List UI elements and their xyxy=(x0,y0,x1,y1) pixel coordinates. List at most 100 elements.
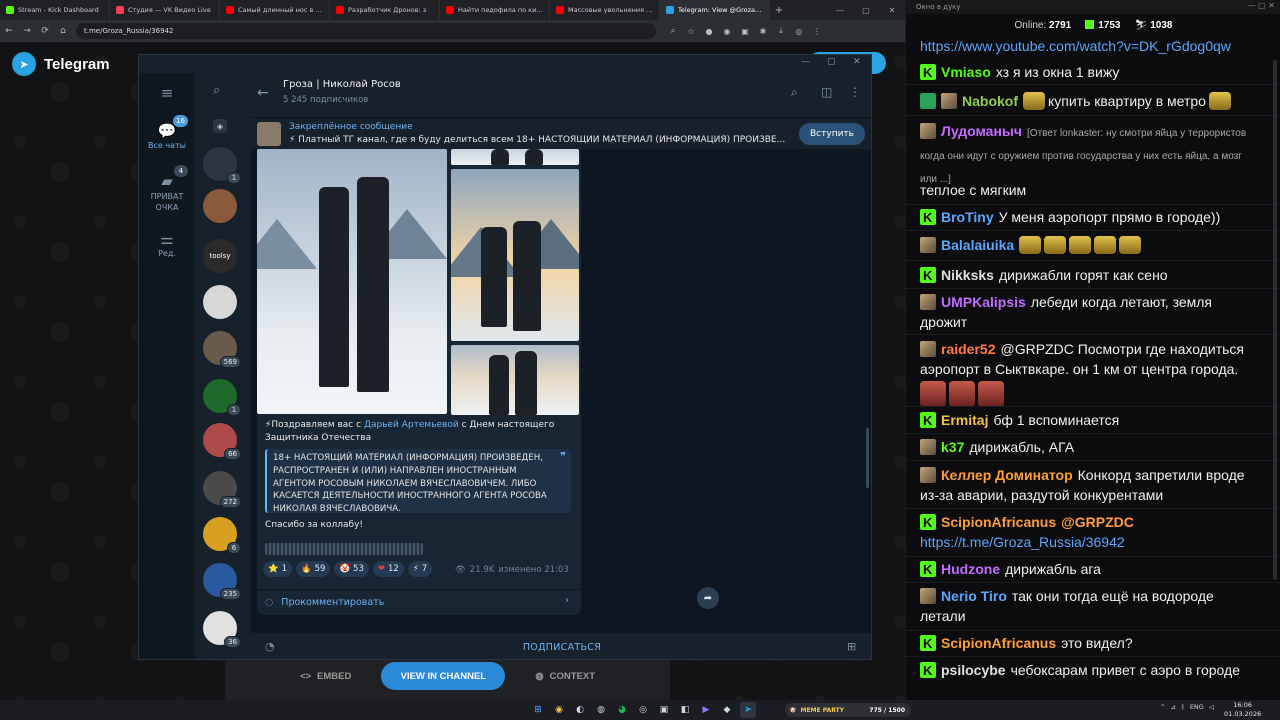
saved-messages-icon[interactable]: ◈ xyxy=(213,119,227,133)
chat-username[interactable]: k37 xyxy=(941,439,964,455)
chat-bubble-icon[interactable]: ◔ xyxy=(265,640,275,653)
telegram-icon[interactable]: ➤ xyxy=(740,702,756,718)
bookmark-star-icon[interactable]: ☆ xyxy=(684,24,698,38)
chat-avatar[interactable]: 6 xyxy=(203,517,241,554)
chat-avatar[interactable]: 235 xyxy=(203,563,241,600)
chat-avatar[interactable] xyxy=(203,189,237,223)
maximize-icon[interactable]: ▢ xyxy=(853,0,879,20)
obs-icon[interactable]: ◎ xyxy=(635,702,651,718)
app-icon[interactable]: ◆ xyxy=(719,702,735,718)
back-arrow-icon[interactable]: ← xyxy=(257,85,269,101)
chat-username[interactable]: Vmiaso xyxy=(941,64,991,80)
chat-avatar[interactable] xyxy=(203,285,237,319)
post-photo[interactable] xyxy=(451,149,579,165)
extension-icon[interactable]: ● xyxy=(702,24,716,38)
reload-icon[interactable]: ⟳ xyxy=(36,22,54,40)
chat-avatar[interactable]: 1 xyxy=(203,379,241,416)
chat-avatar[interactable]: 569 xyxy=(203,331,241,368)
home-icon[interactable]: ⌂ xyxy=(54,22,72,40)
minimize-icon[interactable]: — xyxy=(801,57,810,67)
profile-icon[interactable]: ◎ xyxy=(792,24,806,38)
tab-kick-dashboard[interactable]: Stream - Kick Dashboard xyxy=(0,0,110,20)
message-link[interactable]: https://t.me/Groza_Russia/36942 xyxy=(920,534,1125,550)
more-icon[interactable]: ⋮ xyxy=(849,85,861,99)
reaction-fire[interactable]: 🔥 59 xyxy=(296,561,331,577)
media-player-icon[interactable]: ▶ xyxy=(698,702,714,718)
reaction-star[interactable]: ⭐ 1 xyxy=(263,561,293,577)
chat-avatar[interactable]: 1 xyxy=(203,147,241,184)
hamburger-menu-icon[interactable]: ≡ xyxy=(139,83,195,103)
spotify-icon[interactable]: ◕ xyxy=(614,702,630,718)
meme-party-widget[interactable]: 🐶 MEME PARTY 775 / 1500 xyxy=(785,703,911,717)
share-icon[interactable]: ➦ xyxy=(697,587,719,609)
gift-icon[interactable]: ⊞ xyxy=(847,640,857,653)
folder-edit[interactable]: ⚌ Ред. xyxy=(139,229,195,258)
chat-scrollbar[interactable] xyxy=(1273,60,1277,580)
post-photo[interactable] xyxy=(451,345,579,415)
download-icon[interactable]: ⤓ xyxy=(774,24,788,38)
menu-icon[interactable]: ⋮ xyxy=(810,24,824,38)
chat-avatar[interactable]: 36 xyxy=(203,611,241,648)
pinned-message-bar[interactable]: Закреплённое сообщение ⚡ Платный ТГ кана… xyxy=(251,117,871,149)
search-icon[interactable]: ⌕ xyxy=(213,83,220,98)
search-icon[interactable]: ⌕ xyxy=(791,85,798,100)
tab-youtube-4[interactable]: Массовые увольнения 202 xyxy=(550,0,660,20)
extension-icon[interactable]: ◉ xyxy=(720,24,734,38)
join-button[interactable]: Вступить xyxy=(799,123,865,145)
tab-youtube-1[interactable]: Самый длинный нос в исто xyxy=(220,0,330,20)
close-icon[interactable]: ✕ xyxy=(879,0,905,20)
minimize-icon[interactable]: — xyxy=(827,0,853,20)
chat-avatar[interactable]: 272 xyxy=(203,471,241,508)
message-link[interactable]: https://www.youtube.com/watch?v=DK_rGdog… xyxy=(920,38,1231,54)
chrome-icon[interactable]: ◉ xyxy=(551,702,567,718)
extension-icon[interactable]: ▣ xyxy=(738,24,752,38)
chat-username[interactable]: Ermitaj xyxy=(941,412,988,428)
mention-link[interactable]: Дарьей Артемьевой xyxy=(361,420,459,430)
steam-icon[interactable]: ◍ xyxy=(593,702,609,718)
embed-link[interactable]: <> EMBED xyxy=(300,671,351,682)
post-photo[interactable] xyxy=(451,169,579,341)
view-in-channel-button[interactable]: VIEW IN CHANNEL xyxy=(381,662,506,690)
tab-youtube-3[interactable]: Найти педофила по кирпи xyxy=(440,0,550,20)
puzzle-icon[interactable]: ✱ xyxy=(756,24,770,38)
chat-avatar[interactable]: toolsy xyxy=(203,239,237,273)
chevron-up-icon[interactable]: ⌃ xyxy=(1160,703,1165,711)
folder-private[interactable]: ▰ 4 ПРИВАТ ОЧКА xyxy=(139,165,195,213)
reaction-lightning[interactable]: ⚡ 7 xyxy=(407,561,433,577)
windows-start-icon[interactable]: ⊞ xyxy=(530,702,546,718)
zoom-icon[interactable]: ⌕ xyxy=(666,24,680,38)
chat-avatar[interactable]: 66 xyxy=(203,423,241,460)
new-tab-icon[interactable]: + xyxy=(770,0,788,20)
chat-username[interactable]: Келлер Доминатор xyxy=(941,467,1073,483)
close-icon[interactable]: ✕ xyxy=(853,57,861,67)
system-clock[interactable]: 16:06 01.03.2026 xyxy=(1224,701,1261,719)
chat-username[interactable]: Nerio Tiro xyxy=(941,588,1007,604)
chat-username[interactable]: Hudzone xyxy=(941,561,1000,577)
chat-username[interactable]: Nikksks xyxy=(941,267,994,283)
tab-vk-video[interactable]: Студия — VK Видео Live xyxy=(110,0,220,20)
chat-username[interactable]: Balalaiuika xyxy=(941,237,1014,253)
chat-username[interactable]: Nabokof xyxy=(962,93,1018,109)
sidebar-toggle-icon[interactable]: ◫ xyxy=(821,85,832,99)
chat-username[interactable]: BroTiny xyxy=(941,209,994,225)
volume-icon[interactable]: ◁ xyxy=(1209,703,1214,711)
chat-scrollbar[interactable] xyxy=(866,428,869,488)
post-photo[interactable] xyxy=(257,149,447,414)
chat-username[interactable]: Лудоманыч xyxy=(941,123,1022,139)
back-icon[interactable]: ← xyxy=(0,22,18,40)
bluetooth-icon[interactable]: ᛒ xyxy=(1181,703,1185,711)
window-controls[interactable]: — ▢ ✕ xyxy=(1248,1,1275,10)
spoiler-text[interactable] xyxy=(265,543,423,555)
channel-title[interactable]: Гроза | Николай Росов xyxy=(283,79,401,90)
app-icon[interactable]: ◧ xyxy=(677,702,693,718)
discord-icon[interactable]: ◐ xyxy=(572,702,588,718)
app-icon[interactable]: ▣ xyxy=(656,702,672,718)
address-bar[interactable]: t.me/Groza_Russia/36942 xyxy=(76,23,656,39)
network-icon[interactable]: ⊿ xyxy=(1170,703,1175,711)
chat-username[interactable]: ScipionAfricanus xyxy=(941,514,1056,530)
folder-all-chats[interactable]: 💬 16 Все чаты xyxy=(139,115,195,150)
subscribe-button[interactable]: ПОДПИСАТЬСЯ xyxy=(523,642,601,653)
chat-username[interactable]: UMPKalipsis xyxy=(941,294,1026,310)
context-link[interactable]: ◍ CONTEXT xyxy=(535,671,595,682)
reaction-heart[interactable]: ❤ 12 xyxy=(372,561,404,577)
